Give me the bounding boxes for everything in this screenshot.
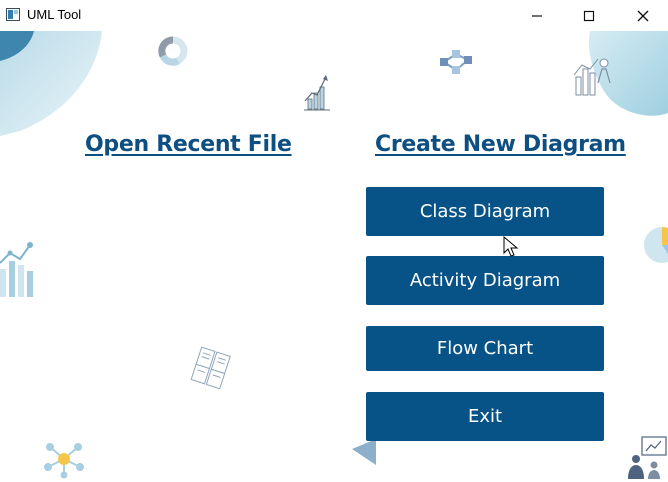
title-bar: UML Tool	[0, 0, 668, 31]
donut-chart-icon	[158, 36, 188, 66]
document-stack-icon	[190, 346, 231, 389]
mouse-cursor-icon	[503, 236, 519, 257]
exit-button[interactable]: Exit	[366, 392, 604, 441]
minimize-button[interactable]	[514, 0, 560, 31]
maximize-icon	[583, 10, 595, 21]
activity-diagram-label: Activity Diagram	[409, 270, 561, 291]
flow-chart-button[interactable]: Flow Chart	[366, 326, 604, 371]
close-icon	[637, 10, 649, 21]
hub-network-icon	[44, 443, 84, 479]
growth-chart-icon	[304, 75, 330, 111]
close-button[interactable]	[620, 0, 666, 31]
create-new-diagram-heading: Create New Diagram	[375, 132, 626, 157]
bar-graph-icon	[0, 242, 33, 297]
decorative-blob-top-left	[0, 31, 102, 136]
window-title: UML Tool	[27, 7, 82, 22]
presentation-icon	[628, 436, 667, 479]
maximize-button[interactable]	[566, 0, 612, 31]
open-recent-file-link[interactable]: Open Recent File	[85, 132, 292, 157]
activity-diagram-button[interactable]: Activity Diagram	[366, 256, 604, 305]
app-icon	[6, 8, 20, 21]
network-nodes-icon	[440, 50, 472, 74]
exit-label: Exit	[467, 406, 503, 427]
minimize-icon	[532, 14, 542, 17]
flow-chart-label: Flow Chart	[436, 338, 534, 359]
main-canvas: Open Recent File Create New Diagram Clas…	[0, 31, 668, 482]
analytics-team-icon	[573, 58, 611, 96]
class-diagram-button[interactable]: Class Diagram	[366, 187, 604, 236]
pie-chart-icon	[644, 227, 668, 263]
class-diagram-label: Class Diagram	[419, 201, 551, 222]
